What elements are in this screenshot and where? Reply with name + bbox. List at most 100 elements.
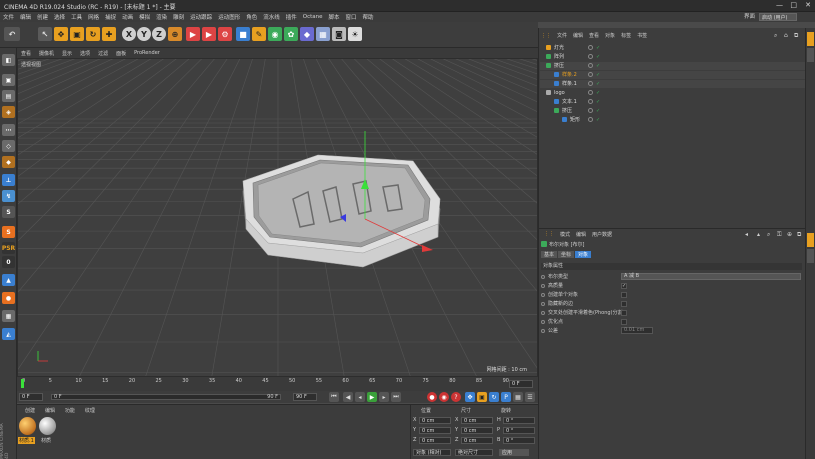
menu-mograph[interactable]: 运动图形 (215, 13, 243, 21)
key-position-icon[interactable]: ✥ (465, 392, 475, 402)
edges-mode-icon[interactable]: ◇ (2, 140, 15, 152)
mat-menu-edit[interactable]: 编辑 (41, 408, 59, 414)
visibility-dot-icon[interactable] (588, 108, 593, 113)
key-pla-icon[interactable]: ▦ (513, 392, 523, 402)
coord-system-icon[interactable]: ⊕ (168, 27, 182, 41)
animate-dot-icon[interactable] (541, 293, 545, 297)
attribute-checkbox[interactable] (621, 310, 627, 316)
om-menu-view[interactable]: 查看 (586, 32, 602, 39)
enable-check-icon[interactable]: ✓ (596, 116, 600, 124)
vp-menu-view[interactable]: 查看 (17, 50, 35, 57)
menu-render[interactable]: 渲染 (153, 13, 170, 21)
sculpt-icon[interactable]: S (2, 226, 15, 238)
enable-check-icon[interactable]: ✓ (596, 107, 600, 115)
coord-field-size[interactable]: 0 cm (461, 427, 493, 434)
menu-pipeline[interactable]: 流水线 (260, 13, 283, 21)
vp-menu-filter[interactable]: 过滤 (94, 50, 112, 57)
perspective-viewport[interactable]: 透视视图 网格间距 : 10 cm (17, 58, 538, 377)
axis-y-button[interactable]: Y (137, 27, 151, 41)
enable-check-icon[interactable]: ✓ (596, 80, 600, 88)
am-new-icon[interactable]: ⊕ (787, 231, 792, 238)
enable-check-icon[interactable]: ✓ (596, 89, 600, 97)
object-row[interactable]: 挤压 ✓ (540, 107, 805, 115)
goto-start-icon[interactable]: ⏮ (329, 392, 339, 402)
mat-menu-function[interactable]: 功能 (61, 408, 79, 414)
play-icon[interactable]: ▶ (367, 392, 377, 402)
zero-icon[interactable]: 0 (2, 256, 15, 268)
am-up-icon[interactable]: ▴ (757, 231, 760, 238)
am-menu-userdata[interactable]: 用户数据 (589, 231, 615, 238)
enable-axis-icon[interactable]: ⊥ (2, 174, 15, 186)
om-search-icon[interactable]: ⌕ (774, 32, 777, 40)
camera-icon[interactable]: ◙ (332, 27, 346, 41)
mat-menu-create[interactable]: 创建 (21, 408, 39, 414)
menu-motion-tracking[interactable]: 运动跟踪 (187, 13, 215, 21)
coord-field-pos[interactable]: 0 cm (419, 427, 451, 434)
menu-plugins[interactable]: 插件 (283, 13, 300, 21)
attribute-checkbox[interactable]: ✓ (621, 283, 627, 289)
object-name[interactable]: 挤压 (554, 62, 564, 70)
pen-icon[interactable]: ✎ (252, 27, 266, 41)
undo-icon[interactable]: ↶ (4, 27, 20, 41)
om-dock-icon[interactable]: ⋮⋮ (538, 33, 554, 39)
deformer-icon[interactable]: ◆ (300, 27, 314, 41)
am-menu-edit[interactable]: 编辑 (573, 231, 589, 238)
menu-window[interactable]: 窗口 (343, 13, 360, 21)
material-ball-2[interactable] (39, 417, 56, 435)
subdivision-icon[interactable]: ◉ (268, 27, 282, 41)
array-icon[interactable]: ✿ (284, 27, 298, 41)
menu-file[interactable]: 文件 (0, 13, 17, 21)
animate-dot-icon[interactable] (541, 302, 545, 306)
om-new-view-icon[interactable]: ⧉ (794, 32, 798, 40)
polygons-mode-icon[interactable]: ◆ (2, 156, 15, 168)
key-param-icon[interactable]: P (501, 392, 511, 402)
scale-icon[interactable]: ▣ (70, 27, 84, 41)
visibility-dot-icon[interactable] (588, 117, 593, 122)
visibility-dot-icon[interactable] (588, 90, 593, 95)
attribute-checkbox[interactable] (621, 319, 627, 325)
tweak-icon[interactable]: ↯ (2, 190, 15, 202)
make-editable-icon[interactable]: ◧ (2, 54, 15, 66)
model-mode-icon[interactable]: ▣ (2, 74, 15, 86)
menu-animate[interactable]: 动画 (119, 13, 136, 21)
apply-button[interactable]: 应用 (499, 449, 529, 456)
object-name[interactable]: logo (554, 89, 565, 97)
menu-script[interactable]: 脚本 (326, 13, 343, 21)
visibility-dot-icon[interactable] (588, 63, 593, 68)
tab-coord[interactable]: 坐标 (558, 251, 575, 258)
layout-select[interactable]: 启动 (用户) (759, 13, 797, 21)
select-icon[interactable]: ↖ (38, 27, 52, 41)
record-icon[interactable]: ● (427, 392, 437, 402)
animate-dot-icon[interactable] (541, 320, 545, 324)
timeline-menu-icon[interactable]: ☰ (525, 392, 535, 402)
visibility-dot-icon[interactable] (588, 99, 593, 104)
floor-icon[interactable]: ▦ (316, 27, 330, 41)
plugin-icon[interactable]: ▲ (2, 274, 15, 286)
tab-basic[interactable]: 基本 (541, 251, 558, 258)
side-tab-objects[interactable] (807, 32, 814, 46)
menu-octane[interactable]: Octane (300, 14, 326, 20)
attribute-checkbox[interactable] (621, 292, 627, 298)
object-name[interactable]: 灯光 (554, 44, 564, 52)
size-mode-select[interactable]: 绝对尺寸 (455, 449, 493, 456)
object-name[interactable]: 文本.1 (562, 98, 577, 106)
side-tab-attributes[interactable] (807, 233, 814, 247)
next-frame-icon[interactable]: ▸ (379, 392, 389, 402)
rotate-icon[interactable]: ↻ (86, 27, 100, 41)
workplane-icon[interactable]: ◈ (2, 106, 15, 118)
menu-character[interactable]: 角色 (243, 13, 260, 21)
menu-sculpt[interactable]: 雕刻 (170, 13, 187, 21)
start-frame-field[interactable]: 0 F (19, 393, 43, 401)
autokey-icon[interactable]: ◉ (439, 392, 449, 402)
object-name[interactable]: 阵列 (554, 53, 564, 61)
animate-dot-icon[interactable] (541, 275, 545, 279)
om-menu-edit[interactable]: 编辑 (570, 32, 586, 39)
psr-icon[interactable]: PSR (2, 242, 15, 254)
material-name-2[interactable]: 材质 (41, 437, 51, 444)
am-back-icon[interactable]: ◂ (745, 231, 748, 238)
material-name-1[interactable]: 材质.1 (18, 437, 35, 444)
object-row[interactable]: 挤压 ✓ (540, 62, 805, 70)
enable-check-icon[interactable]: ✓ (596, 71, 600, 79)
object-name[interactable]: 样条.2 (562, 71, 577, 79)
minimize-button[interactable]: — (776, 1, 783, 9)
